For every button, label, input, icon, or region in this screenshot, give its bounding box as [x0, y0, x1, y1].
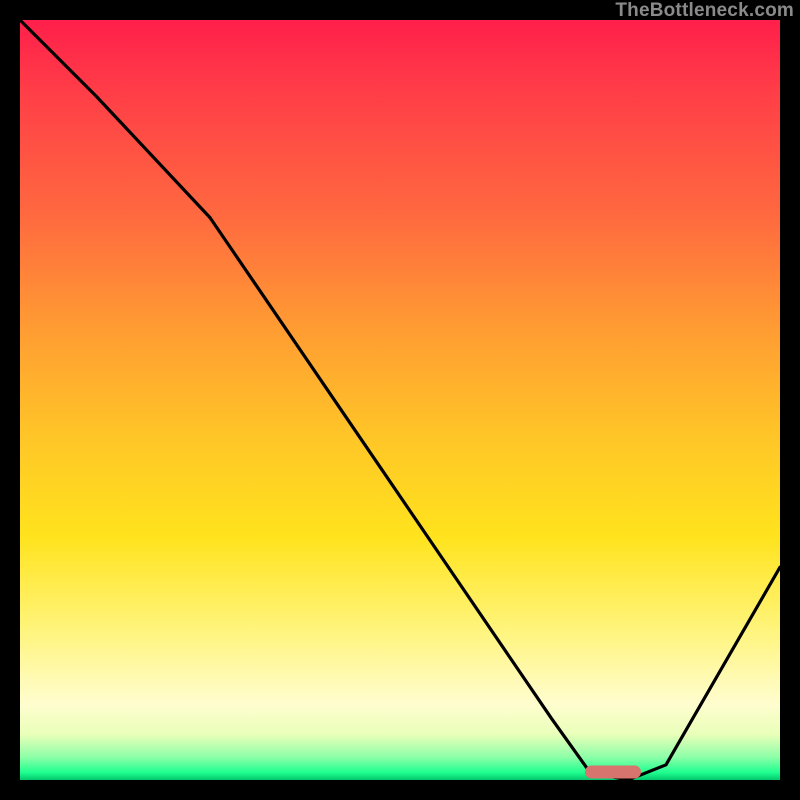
optimum-marker [585, 766, 641, 779]
bottleneck-curve-line [20, 20, 780, 780]
chart-container: TheBottleneck.com [0, 0, 800, 800]
plot-area [20, 20, 780, 780]
watermark-label: TheBottleneck.com [615, 0, 794, 22]
